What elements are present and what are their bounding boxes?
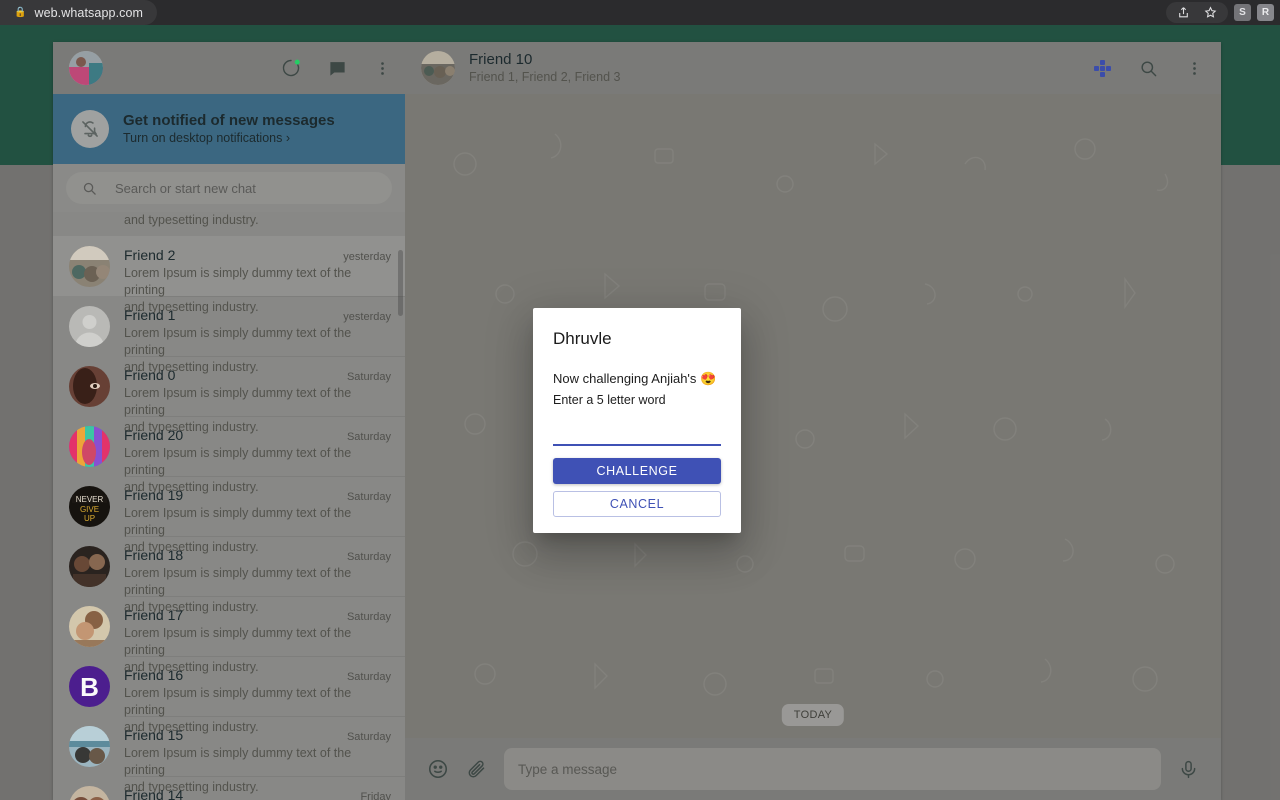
word-input[interactable] [553, 429, 721, 446]
challenge-button[interactable]: CHALLENGE [553, 458, 721, 484]
dialog-instruction-text: Enter a 5 letter word [553, 391, 721, 409]
dialog-title: Dhruvle [553, 328, 721, 350]
cancel-button[interactable]: CANCEL [553, 491, 721, 517]
dialog-challenge-text: Now challenging Anjiah's 😍 [553, 370, 721, 388]
challenge-dialog: Dhruvle Now challenging Anjiah's 😍 Enter… [533, 308, 741, 533]
